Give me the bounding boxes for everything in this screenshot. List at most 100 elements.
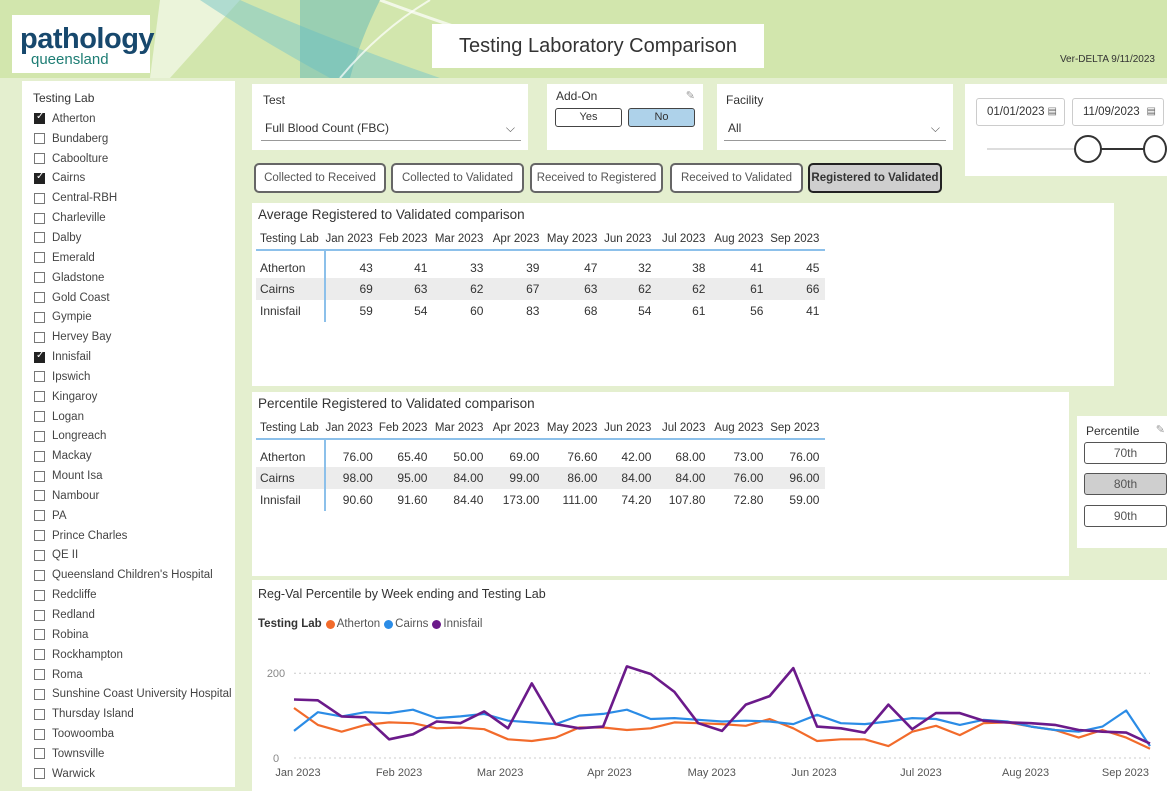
tab-collected-to-received[interactable]: Collected to Received [254,163,386,193]
checkbox[interactable] [34,589,45,601]
column-header[interactable]: Apr 2023 [489,228,546,251]
column-header[interactable]: May 2023 [545,228,604,251]
lab-item[interactable]: Redcliffe [34,585,234,605]
lab-item[interactable]: Logan [34,407,234,427]
column-header[interactable]: Jul 2023 [657,417,712,440]
checkbox[interactable] [34,549,45,561]
date-slider-end-handle[interactable] [1143,135,1167,163]
column-header[interactable]: Apr 2023 [489,417,546,440]
checkbox-checked[interactable] [34,171,45,184]
checkbox[interactable] [34,133,45,145]
lab-item[interactable]: Rockhampton [34,645,234,665]
column-header[interactable]: Sep 2023 [769,228,826,251]
percentile-90th-button[interactable]: 90th [1084,505,1167,527]
column-header[interactable]: Jun 2023 [603,228,658,251]
facility-dropdown[interactable]: All ⌵ [724,115,946,141]
lab-item[interactable]: Gold Coast [34,288,234,308]
date-from-input[interactable]: 01/01/2023 ▤ [976,98,1065,126]
lab-item[interactable]: Bundaberg [34,129,234,149]
checkbox[interactable] [34,629,45,641]
lab-item[interactable]: Longreach [34,427,234,447]
checkbox[interactable] [34,530,45,542]
column-header[interactable]: Jun 2023 [603,417,658,440]
checkbox[interactable] [34,688,45,700]
date-to-input[interactable]: 11/09/2023 ▤ [1072,98,1164,126]
lab-item[interactable]: Cairns [34,169,234,189]
lab-item[interactable]: Robina [34,625,234,645]
column-header[interactable]: Mar 2023 [433,228,490,251]
checkbox[interactable] [34,212,45,224]
checkbox[interactable] [34,292,45,304]
column-header[interactable]: Jan 2023 [324,228,379,251]
lab-item[interactable]: Sunshine Coast University Hospital [34,684,234,704]
checkbox[interactable] [34,391,45,403]
date-slider-start-handle[interactable] [1074,135,1102,163]
lab-item[interactable]: Queensland Children's Hospital [34,565,234,585]
tab-received-to-validated[interactable]: Received to Validated [670,163,803,193]
checkbox[interactable] [34,411,45,423]
checkbox[interactable] [34,192,45,204]
lab-item[interactable]: Nambour [34,486,234,506]
addon-no-button[interactable]: No [628,108,695,127]
lab-item[interactable]: Charleville [34,208,234,228]
eraser-icon[interactable]: ✎ [686,89,695,102]
lab-item[interactable]: Redland [34,605,234,625]
lab-item[interactable]: Gympie [34,307,234,327]
percentile-70th-button[interactable]: 70th [1084,442,1167,464]
lab-item[interactable]: Townsville [34,744,234,764]
lab-item[interactable]: Thursday Island [34,704,234,724]
percentile-80th-button[interactable]: 80th [1084,473,1167,495]
lab-item[interactable]: PA [34,506,234,526]
lab-item[interactable]: Roma [34,665,234,685]
column-header[interactable]: Aug 2023 [711,228,770,251]
checkbox[interactable] [34,450,45,462]
lab-item[interactable]: Kingaroy [34,387,234,407]
checkbox[interactable] [34,669,45,681]
lab-item[interactable]: Innisfail [34,347,234,367]
checkbox[interactable] [34,153,45,165]
checkbox[interactable] [34,708,45,720]
column-header[interactable]: May 2023 [545,417,604,440]
lab-item[interactable]: Atherton [34,109,234,129]
lab-item[interactable]: Mount Isa [34,466,234,486]
lab-item[interactable]: QE II [34,546,234,566]
column-header[interactable]: Testing Lab [256,228,325,251]
checkbox[interactable] [34,470,45,482]
checkbox[interactable] [34,748,45,760]
checkbox[interactable] [34,510,45,522]
lab-item[interactable]: Central-RBH [34,188,234,208]
lab-item[interactable]: Caboolture [34,149,234,169]
test-dropdown[interactable]: Full Blood Count (FBC) ⌵ [261,115,521,141]
lab-item[interactable]: Emerald [34,248,234,268]
checkbox[interactable] [34,252,45,264]
tab-collected-to-validated[interactable]: Collected to Validated [391,163,524,193]
lab-item[interactable]: Prince Charles [34,526,234,546]
column-header[interactable]: Testing Lab [256,417,325,440]
checkbox[interactable] [34,649,45,661]
checkbox-checked[interactable] [34,350,45,363]
lab-item[interactable]: Hervey Bay [34,327,234,347]
checkbox[interactable] [34,371,45,383]
checkbox[interactable] [34,232,45,244]
column-header[interactable]: Jan 2023 [324,417,379,440]
checkbox[interactable] [34,569,45,581]
column-header[interactable]: Jul 2023 [657,228,712,251]
lab-item[interactable]: Toowoomba [34,724,234,744]
checkbox[interactable] [34,490,45,502]
lab-item[interactable]: Mackay [34,446,234,466]
checkbox[interactable] [34,272,45,284]
tab-registered-to-validated[interactable]: Registered to Validated [808,163,942,193]
column-header[interactable]: Sep 2023 [769,417,826,440]
lab-item[interactable]: Gladstone [34,268,234,288]
column-header[interactable]: Mar 2023 [433,417,490,440]
column-header[interactable]: Feb 2023 [378,228,434,251]
eraser-icon[interactable]: ✎ [1156,423,1165,436]
lab-item[interactable]: Dalby [34,228,234,248]
checkbox[interactable] [34,609,45,621]
checkbox-checked[interactable] [34,111,45,125]
addon-yes-button[interactable]: Yes [555,108,622,127]
checkbox[interactable] [34,768,45,780]
checkbox[interactable] [34,311,45,323]
column-header[interactable]: Feb 2023 [378,417,434,440]
checkbox[interactable] [34,331,45,343]
